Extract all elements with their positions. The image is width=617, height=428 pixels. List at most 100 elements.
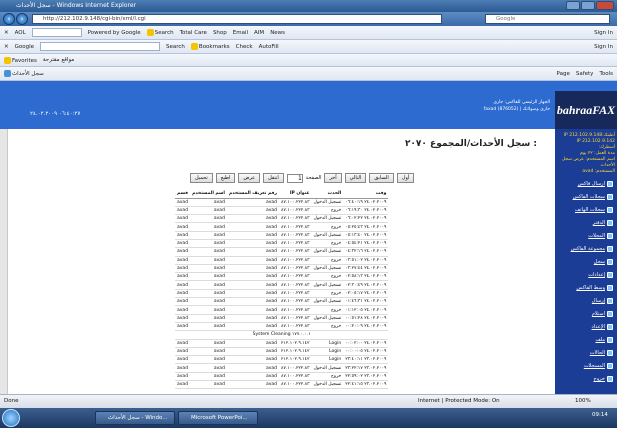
sidebar-item[interactable]: مجموعة الفاكس bbox=[557, 246, 613, 252]
aol-label[interactable]: AOL bbox=[15, 30, 26, 36]
sidebar-item[interactable]: إعدادات bbox=[557, 272, 613, 278]
vertical-scrollbar[interactable] bbox=[0, 129, 8, 394]
aol-search-input[interactable] bbox=[31, 28, 82, 37]
tab-event-log[interactable]: سجل الأحداث bbox=[4, 70, 44, 77]
star-icon bbox=[190, 43, 198, 50]
forward-button[interactable]: › bbox=[16, 13, 28, 25]
col-dept-header[interactable]: قسم bbox=[175, 189, 191, 199]
next-page-button[interactable]: التالي bbox=[344, 173, 367, 183]
sidebar-item[interactable]: سجل bbox=[557, 259, 613, 265]
close-google-toolbar-icon[interactable]: ✕ bbox=[4, 44, 9, 50]
suggested-sites-link[interactable]: مواقع مقترحة bbox=[43, 57, 74, 63]
table-cell: avad bbox=[226, 305, 280, 315]
zoom-level[interactable]: 100% bbox=[575, 395, 591, 408]
shop-button[interactable]: Shop bbox=[213, 30, 227, 36]
table-cell: ٢٣.٠٢.٢٠٠٩ ٢٣:٢٢:١٧ bbox=[343, 363, 389, 373]
safety-menu[interactable]: Safety bbox=[576, 71, 594, 77]
table-cell: تسجيل الدخول bbox=[311, 363, 344, 373]
sidebar-item[interactable]: المسجلات bbox=[557, 363, 613, 369]
page-number-input[interactable]: 1 bbox=[286, 173, 303, 183]
table-cell: avad bbox=[190, 264, 227, 274]
page-menu[interactable]: Page bbox=[557, 71, 570, 77]
news-button[interactable]: News bbox=[270, 30, 285, 36]
table-row: ٢٤.٠٢.٢٠٠٩ ٠٣:٢٧:٤٤ تسجيل الدخول ٨٧.١٠٠.٢٢… bbox=[175, 264, 389, 274]
google-search-button[interactable]: Search bbox=[166, 44, 185, 50]
email-button[interactable]: Email bbox=[233, 30, 248, 36]
menu-item-icon bbox=[607, 207, 613, 213]
table-cell: avad bbox=[175, 380, 191, 390]
close-toolbar-icon[interactable]: ✕ bbox=[4, 30, 9, 36]
col-userid-header[interactable]: رقم تعريف المستخدم bbox=[226, 189, 280, 199]
sidebar-item[interactable]: وسط الفاكس bbox=[557, 285, 613, 291]
table-cell: خروج bbox=[311, 222, 344, 232]
table-cell: avad bbox=[175, 198, 191, 207]
tools-menu[interactable]: Tools bbox=[599, 71, 613, 77]
table-cell: avad bbox=[226, 322, 280, 332]
table-cell: ٢٤.٠٢.٢٠٠٩ ٠٠:٠٢:٠٠ bbox=[343, 339, 389, 348]
google-label: Google bbox=[14, 43, 35, 50]
aol-search-button[interactable]: Search bbox=[146, 29, 174, 36]
autofill-button[interactable]: AutoFill bbox=[259, 44, 279, 50]
last-page-button[interactable]: آخر bbox=[324, 173, 342, 183]
sidebar-item[interactable]: سجلات الفاكس bbox=[557, 194, 613, 200]
sidebar-item[interactable]: ملف bbox=[557, 337, 613, 343]
sidebar-item[interactable]: سجلات الهاتف bbox=[557, 207, 613, 213]
col-ip-header[interactable]: عنوان IP bbox=[279, 189, 312, 199]
aol-signin-button[interactable]: Sign In bbox=[594, 30, 613, 36]
taskbar-ie-button[interactable]: سجل الأحداث - Windo... bbox=[95, 411, 175, 425]
table-cell: avad bbox=[226, 222, 280, 232]
first-page-button[interactable]: أول bbox=[396, 173, 415, 183]
sidebar-item[interactable]: الإعداد bbox=[557, 324, 613, 330]
maximize-button[interactable] bbox=[581, 1, 595, 10]
table-cell: avad bbox=[226, 264, 280, 274]
google-signin-button[interactable]: Sign In bbox=[594, 44, 613, 50]
sidebar-item[interactable]: خروج bbox=[557, 376, 613, 382]
security-zone[interactable]: Internet | Protected Mode: On bbox=[418, 395, 500, 408]
taskbar-powerpoint-button[interactable]: Microsoft PowerPoi... bbox=[178, 411, 258, 425]
table-cell: avad bbox=[175, 214, 191, 224]
menu-item-icon bbox=[607, 311, 613, 317]
sidebar-item[interactable]: إرسال bbox=[557, 298, 613, 304]
table-cell: تسجيل الدخول bbox=[311, 214, 344, 224]
check-button[interactable]: Check bbox=[236, 44, 253, 50]
print-button[interactable]: اطبع bbox=[215, 173, 236, 183]
close-window-button[interactable] bbox=[596, 1, 614, 10]
table-cell: avad bbox=[226, 280, 280, 290]
start-button[interactable] bbox=[2, 409, 20, 427]
minimize-button[interactable] bbox=[566, 1, 580, 10]
bookmarks-button[interactable]: Bookmarks bbox=[190, 43, 230, 50]
table-cell: ٢٤.٠٢.٢٠٠٩ ٠٠:٠٠:٠٥ bbox=[343, 347, 389, 357]
sidebar-item[interactable]: الدفتر bbox=[557, 220, 613, 226]
sidebar-item[interactable]: استلام bbox=[557, 311, 613, 317]
events-table-body: ٢٤.٠٢.٢٠٠٩ ٠٦:٤٠:١٩ تسجيل الدخول ٨٧.١٠٠.٢٢… bbox=[175, 198, 389, 390]
back-button[interactable]: ‹ bbox=[3, 13, 15, 25]
show-button[interactable]: عرض bbox=[238, 173, 261, 183]
sidebar-item[interactable]: المجلات bbox=[557, 233, 613, 239]
table-cell: avad bbox=[226, 214, 280, 224]
total-care-button[interactable]: Total Care bbox=[180, 30, 207, 36]
table-row: ٢٣.٠٢.٢٠٠٩ ٢٣:٤٠:١١ Login ٢١٢.١٠٢.٩.١٤٢ ava… bbox=[175, 355, 389, 365]
col-username-header[interactable]: اسم المستخدم bbox=[190, 189, 227, 199]
aim-button[interactable]: AIM bbox=[254, 30, 264, 36]
sidebar-item[interactable]: الحالات bbox=[557, 350, 613, 356]
table-cell: ٨٧.١٠٠.٢٢٢.٨٣ bbox=[279, 380, 312, 390]
favorites-button[interactable]: Favorites bbox=[4, 56, 37, 64]
previous-page-button[interactable]: السابق bbox=[369, 173, 394, 183]
table-cell: Login bbox=[311, 339, 344, 348]
table-row: ٢٤.٠٢.٢٠٠٩ ٠٥:٢٥:٤٣ خروج ٨٧.١٠٠.٢٢٢.٨٣ avad… bbox=[175, 222, 389, 232]
google-search-input[interactable] bbox=[40, 42, 161, 51]
col-event-header[interactable]: الحدث bbox=[311, 189, 344, 199]
sidebar-item-label: ملف bbox=[595, 337, 605, 343]
url-input[interactable]: http://212.102.9.148/cgi-bin/xml/l.cgi bbox=[32, 14, 442, 24]
sidebar-item[interactable]: ارسال فاكس bbox=[557, 181, 613, 187]
download-button[interactable]: تحميل bbox=[190, 173, 213, 183]
go-button[interactable]: انتقل bbox=[263, 173, 284, 183]
col-time-header[interactable]: وقت bbox=[343, 189, 389, 199]
table-cell: avad bbox=[190, 222, 227, 232]
table-cell: ٨٧.١٠٠.٢٢٢.٨٣ bbox=[279, 222, 312, 232]
table-row: ٢٤.٠٢.٢٠٠٩ ٠٤:٥٤:٢١ خروج ٨٧.١٠٠.٢٢٢.٨٣ avad… bbox=[175, 239, 389, 249]
table-cell: تسجيل الدخول bbox=[311, 314, 344, 323]
table-cell: ٨٧.١٠٠.٢٢٢.٨٣ bbox=[279, 280, 312, 290]
browser-search-input[interactable]: Google bbox=[485, 14, 610, 24]
menu-item-icon bbox=[607, 376, 613, 382]
